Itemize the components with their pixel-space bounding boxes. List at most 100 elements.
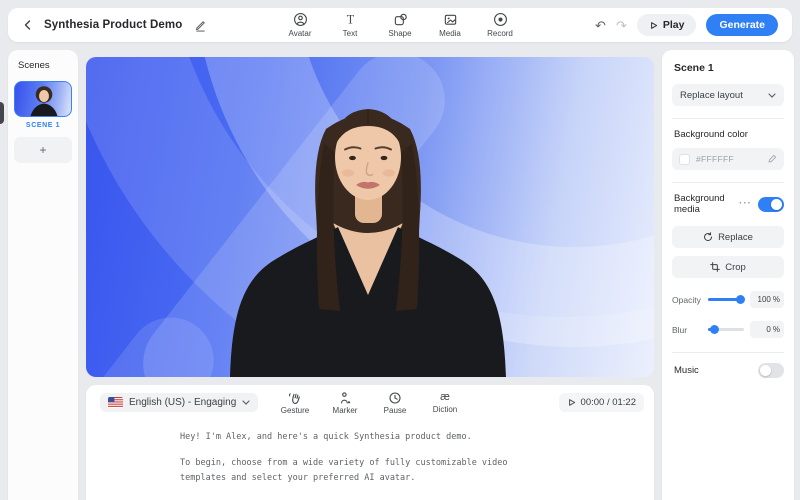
pencil-icon: [194, 19, 207, 32]
script-actions: Gesture Marker Pause æ Diction: [278, 391, 462, 415]
tool-label: Record: [487, 29, 513, 38]
opacity-value-box[interactable]: 100 %: [750, 291, 784, 308]
tool-media[interactable]: Media: [432, 12, 468, 38]
background-media-label: Background media: [674, 193, 739, 215]
insert-toolbar: Avatar T Text Shape Media Record: [282, 8, 518, 42]
blur-slider[interactable]: [708, 328, 744, 331]
scenes-panel: Scenes SCENE 1 +: [8, 50, 78, 500]
blur-value: 0: [766, 325, 770, 334]
shape-icon: [393, 12, 408, 27]
color-swatch: [679, 154, 690, 165]
video-canvas[interactable]: [86, 57, 654, 377]
tool-label: Avatar: [289, 29, 312, 38]
eyedropper-icon[interactable]: [767, 154, 777, 164]
media-icon: [443, 12, 458, 27]
divider: [672, 118, 784, 119]
generate-button[interactable]: Generate: [706, 14, 778, 36]
time-display: 00:00 / 01:22: [581, 397, 636, 408]
slider-thumb[interactable]: [736, 295, 745, 304]
play-button-label: Play: [663, 19, 685, 31]
svg-text:T: T: [346, 13, 354, 27]
tool-shape[interactable]: Shape: [382, 12, 418, 38]
toggle-knob: [771, 199, 782, 210]
panel-drag-handle[interactable]: [0, 102, 4, 124]
script-editor[interactable]: Hey! I'm Alex, and here's a quick Synthe…: [86, 430, 654, 486]
scene-inspector: Scene 1 Replace layout Background color …: [662, 50, 794, 500]
ai-avatar[interactable]: [86, 57, 654, 377]
color-value: #FFFFFF: [696, 154, 734, 164]
gesture-button[interactable]: Gesture: [278, 391, 312, 415]
marker-person-icon: [338, 391, 352, 405]
scene-thumbnail-avatar: [15, 82, 72, 117]
clock-icon: [388, 391, 402, 405]
divider: [672, 182, 784, 183]
diction-button[interactable]: æ Diction: [428, 391, 462, 415]
diction-ae-icon: æ: [440, 391, 450, 404]
tool-label: Text: [343, 29, 358, 38]
us-flag-icon: [108, 397, 123, 408]
tool-text[interactable]: T Text: [332, 12, 368, 38]
refresh-icon: [703, 232, 713, 242]
action-label: Gesture: [281, 406, 309, 415]
scene-label: SCENE 1: [14, 122, 72, 129]
chevron-left-icon: [22, 19, 34, 31]
script-paragraph: To begin, choose from a wide variety of …: [180, 456, 514, 486]
preview-time-button[interactable]: 00:00 / 01:22: [559, 393, 644, 412]
crop-button-label: Crop: [725, 262, 746, 273]
play-button[interactable]: Play: [637, 14, 697, 36]
action-label: Marker: [333, 406, 358, 415]
gesture-hand-icon: [288, 391, 302, 405]
crop-media-button[interactable]: Crop: [672, 256, 784, 278]
background-media-toggle[interactable]: [758, 197, 784, 212]
background-color-label: Background color: [674, 129, 784, 140]
chevron-down-icon: [242, 400, 250, 405]
project-title: Synthesia Product Demo: [44, 19, 182, 31]
inspector-scene-title: Scene 1: [674, 62, 784, 74]
background-color-input[interactable]: #FFFFFF: [672, 148, 784, 170]
add-scene-button[interactable]: +: [14, 137, 72, 163]
tool-label: Shape: [388, 29, 411, 38]
divider: [672, 352, 784, 353]
scene-thumbnail-1[interactable]: [14, 81, 72, 117]
blur-value-box[interactable]: 0 %: [750, 321, 784, 338]
tool-record[interactable]: Record: [482, 12, 518, 38]
play-icon: [649, 21, 658, 30]
play-icon: [567, 398, 576, 407]
top-bar: Synthesia Product Demo Avatar T Text Sha…: [8, 8, 792, 42]
music-label: Music: [674, 365, 699, 376]
opacity-value: 100: [758, 295, 771, 304]
replace-media-button[interactable]: Replace: [672, 226, 784, 248]
opacity-label: Opacity: [672, 295, 702, 305]
opacity-slider[interactable]: [708, 298, 744, 301]
redo-icon[interactable]: ↷: [616, 19, 627, 32]
script-paragraph: Hey! I'm Alex, and here's a quick Synthe…: [180, 430, 514, 445]
record-icon: [493, 12, 508, 27]
marker-button[interactable]: Marker: [328, 391, 362, 415]
chevron-down-icon: [768, 93, 776, 98]
avatar-icon: [293, 12, 308, 27]
blur-label: Blur: [672, 325, 702, 335]
action-label: Pause: [384, 406, 407, 415]
pause-button[interactable]: Pause: [378, 391, 412, 415]
blur-unit: %: [773, 325, 780, 334]
music-toggle[interactable]: [758, 363, 784, 378]
scenes-panel-title: Scenes: [18, 60, 72, 71]
toggle-knob: [760, 365, 771, 376]
tool-avatar[interactable]: Avatar: [282, 12, 318, 38]
crop-icon: [710, 262, 720, 272]
layout-select[interactable]: Replace layout: [672, 84, 784, 106]
undo-icon[interactable]: ↶: [595, 19, 606, 32]
slider-thumb[interactable]: [710, 325, 719, 334]
back-button[interactable]: [22, 19, 34, 31]
action-label: Diction: [433, 405, 457, 414]
opacity-unit: %: [773, 295, 780, 304]
tool-label: Media: [439, 29, 461, 38]
replace-button-label: Replace: [718, 232, 753, 243]
rename-button[interactable]: [194, 19, 207, 32]
language-selector[interactable]: English (US) - Engaging: [100, 393, 258, 412]
layout-select-value: Replace layout: [680, 90, 743, 101]
text-icon: T: [343, 12, 358, 27]
language-label: English (US) - Engaging: [129, 397, 236, 408]
script-panel: English (US) - Engaging Gesture Marker P…: [86, 385, 654, 500]
more-options-icon[interactable]: ···: [739, 199, 752, 209]
